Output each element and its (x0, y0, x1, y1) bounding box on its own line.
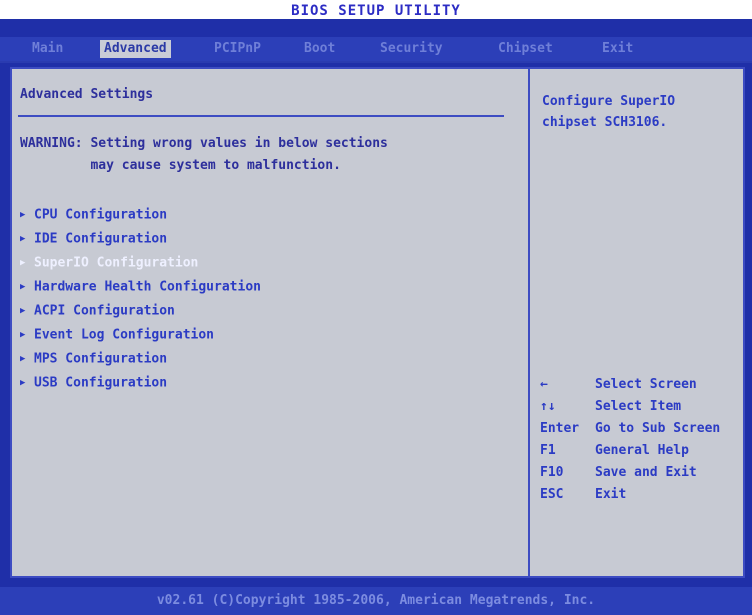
menu-item-label: Event Log Configuration (34, 327, 215, 343)
key-desc: Go to Sub Screen (595, 421, 721, 436)
key-label: ← (540, 377, 548, 392)
main-panel: Advanced Settings WARNING: Setting wrong… (10, 67, 745, 578)
key-label: F1 (540, 443, 556, 458)
menu-item-label: MPS Configuration (34, 351, 168, 367)
menu-item-acpi[interactable]: ▶ ACPI Configuration (20, 299, 261, 323)
tab-advanced[interactable]: Advanced (100, 40, 171, 58)
key-desc: General Help (595, 443, 689, 458)
top-title-strip: BIOS SETUP UTILITY (0, 0, 752, 19)
tab-chipset[interactable]: Chipset (494, 40, 557, 58)
menu-item-ide[interactable]: ▶ IDE Configuration (20, 227, 261, 251)
arrow-right-icon: ▶ (20, 354, 26, 364)
tab-pcipnp[interactable]: PCIPnP (210, 40, 265, 58)
tab-security[interactable]: Security (376, 40, 447, 58)
help-text: Configure SuperIO chipset SCH3106. (542, 94, 676, 130)
key-label: Enter (540, 421, 580, 436)
menu-item-label: ACPI Configuration (34, 303, 175, 319)
key-row-select-screen: ← Select Screen (540, 374, 720, 396)
key-label: ESC (540, 487, 564, 502)
key-desc: Select Screen (595, 377, 697, 392)
warning-line-1: WARNING: Setting wrong values in below s… (20, 136, 388, 151)
key-row-sub-screen: Enter Go to Sub Screen (540, 418, 720, 440)
heading-divider (18, 115, 504, 117)
menu-item-label: CPU Configuration (34, 207, 168, 223)
menu-item-cpu[interactable]: ▶ CPU Configuration (20, 203, 261, 227)
menu-item-usb[interactable]: ▶ USB Configuration (20, 371, 261, 395)
key-legend: ← Select Screen ↑↓ Select Item Enter Go to … (540, 374, 720, 506)
tab-exit[interactable]: Exit (598, 40, 637, 58)
key-desc: Select Item (595, 399, 682, 414)
arrow-right-icon: ▶ (20, 330, 26, 340)
menu-item-label: USB Configuration (34, 375, 168, 391)
menu-item-event-log[interactable]: ▶ Event Log Configuration (20, 323, 261, 347)
key-label: F10 (540, 465, 564, 480)
menu-item-hardware-health[interactable]: ▶ Hardware Health Configuration (20, 275, 261, 299)
tab-boot[interactable]: Boot (300, 40, 339, 58)
key-row-select-item: ↑↓ Select Item (540, 396, 720, 418)
arrow-right-icon: ▶ (20, 378, 26, 388)
warning-text: WARNING: Setting wrong values in below s… (20, 133, 388, 177)
key-row-save-exit: F10 Save and Exit (540, 462, 720, 484)
footer-bar: v02.61 (C)Copyright 1985-2006, American … (0, 587, 752, 615)
key-desc: Exit (595, 487, 627, 502)
tab-bar: Main Advanced PCIPnP Boot Security Chips… (0, 37, 752, 63)
arrow-right-icon: ▶ (20, 282, 26, 292)
arrow-right-icon: ▶ (20, 306, 26, 316)
menu-item-mps[interactable]: ▶ MPS Configuration (20, 347, 261, 371)
warning-line-2: may cause system to malfunction. (20, 158, 341, 173)
key-label: ↑↓ (540, 399, 556, 414)
key-desc: Save and Exit (595, 465, 697, 480)
menu-item-superio[interactable]: ▶ SuperIO Configuration (20, 251, 261, 275)
advanced-menu: ▶ CPU Configuration ▶ IDE Configuration ▶ S… (20, 203, 261, 395)
panel-divider (528, 69, 530, 576)
key-row-exit: ESC Exit (540, 484, 720, 506)
arrow-right-icon: ▶ (20, 234, 26, 244)
menu-item-label: SuperIO Configuration (34, 255, 199, 271)
tab-main[interactable]: Main (28, 40, 67, 58)
arrow-right-icon: ▶ (20, 258, 26, 268)
copyright-text: v02.61 (C)Copyright 1985-2006, American … (156, 593, 596, 608)
menu-item-label: IDE Configuration (34, 231, 168, 247)
key-row-general-help: F1 General Help (540, 440, 720, 462)
page-title: Advanced Settings (20, 87, 154, 102)
arrow-right-icon: ▶ (20, 210, 26, 220)
menu-item-label: Hardware Health Configuration (34, 279, 261, 295)
